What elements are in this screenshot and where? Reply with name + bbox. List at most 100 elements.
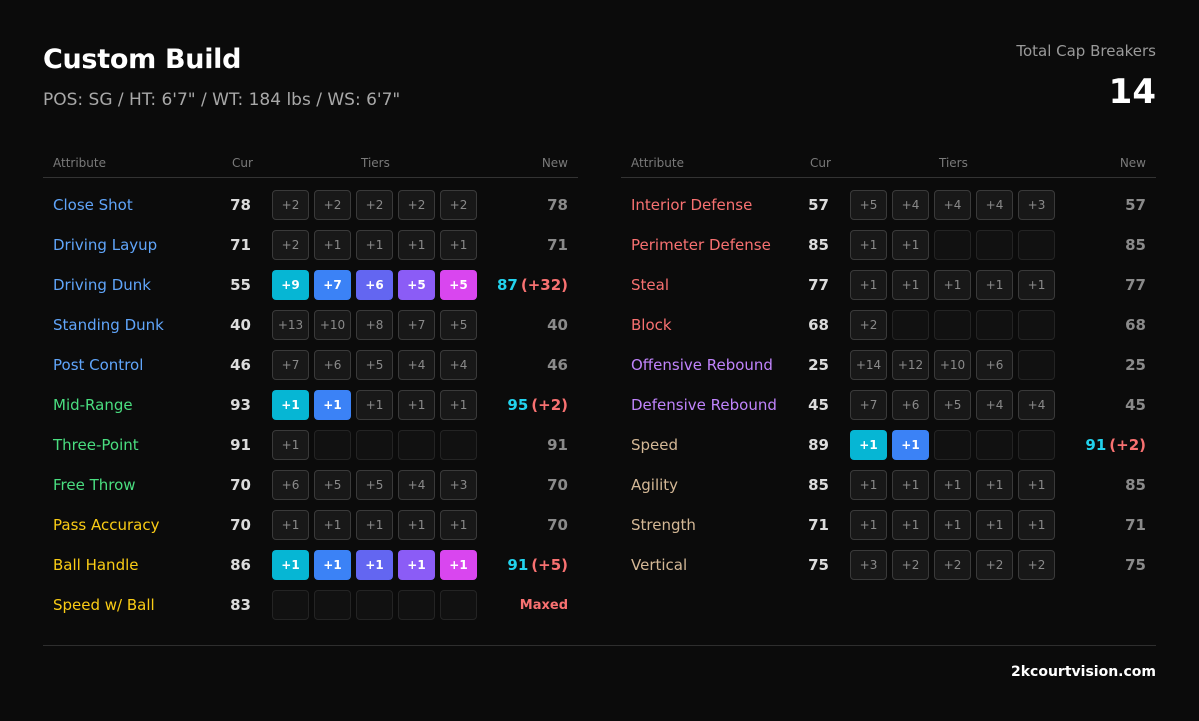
tier-cell[interactable]: +2 (850, 310, 887, 340)
tier-cell[interactable]: +4 (892, 190, 929, 220)
tier-cell[interactable]: +5 (440, 270, 477, 300)
tier-cell[interactable]: +1 (976, 470, 1013, 500)
tier-cell[interactable]: +6 (356, 270, 393, 300)
tier-cell[interactable]: +1 (850, 430, 887, 460)
tier-cell[interactable] (1018, 310, 1055, 340)
tier-cell[interactable]: +7 (398, 310, 435, 340)
tier-cell[interactable] (1018, 350, 1055, 380)
tier-cell[interactable]: +10 (314, 310, 351, 340)
tier-cell[interactable] (1018, 430, 1055, 460)
tier-cell[interactable]: +5 (356, 350, 393, 380)
tier-cell[interactable]: +4 (398, 470, 435, 500)
tier-cell[interactable]: +10 (934, 350, 971, 380)
tier-cell[interactable]: +2 (398, 190, 435, 220)
tier-cell[interactable]: +2 (1018, 550, 1055, 580)
tier-cell[interactable]: +1 (356, 510, 393, 540)
tier-cell[interactable]: +13 (272, 310, 309, 340)
tier-cell[interactable]: +1 (314, 390, 351, 420)
tier-cell[interactable]: +1 (440, 510, 477, 540)
tier-cell[interactable] (976, 430, 1013, 460)
tier-cell[interactable] (398, 430, 435, 460)
tier-cell[interactable]: +1 (892, 510, 929, 540)
tier-cell[interactable]: +1 (272, 550, 309, 580)
tier-cell[interactable]: +1 (398, 390, 435, 420)
tier-cell[interactable]: +1 (850, 270, 887, 300)
tier-cell[interactable]: +2 (934, 550, 971, 580)
tier-cell[interactable]: +5 (934, 390, 971, 420)
tier-cell[interactable]: +1 (892, 270, 929, 300)
tier-cell[interactable]: +1 (398, 230, 435, 260)
tier-cell[interactable]: +1 (272, 430, 309, 460)
tier-cell[interactable]: +2 (440, 190, 477, 220)
tier-cell[interactable]: +1 (934, 270, 971, 300)
tier-cell[interactable] (892, 310, 929, 340)
tier-cell[interactable]: +1 (934, 510, 971, 540)
tier-cell[interactable]: +1 (1018, 510, 1055, 540)
tier-cell[interactable]: +5 (850, 190, 887, 220)
tier-cell[interactable] (440, 430, 477, 460)
tier-cell[interactable] (1018, 230, 1055, 260)
tier-cell[interactable]: +5 (314, 470, 351, 500)
tier-cell[interactable]: +2 (892, 550, 929, 580)
tier-cell[interactable]: +1 (934, 470, 971, 500)
tier-cell[interactable]: +4 (976, 190, 1013, 220)
tier-cell[interactable] (272, 590, 309, 620)
tier-cell[interactable]: +1 (440, 550, 477, 580)
tier-cell[interactable]: +5 (356, 470, 393, 500)
tier-cell[interactable]: +1 (976, 270, 1013, 300)
tier-cell[interactable]: +5 (398, 270, 435, 300)
tier-cell[interactable]: +1 (314, 510, 351, 540)
tier-cell[interactable]: +12 (892, 350, 929, 380)
tier-cell[interactable]: +1 (356, 550, 393, 580)
tier-cell[interactable]: +1 (976, 510, 1013, 540)
tier-cell[interactable]: +1 (398, 510, 435, 540)
tier-cell[interactable]: +4 (934, 190, 971, 220)
tier-cell[interactable] (314, 590, 351, 620)
tier-cell[interactable]: +3 (440, 470, 477, 500)
tier-cell[interactable]: +9 (272, 270, 309, 300)
tier-cell[interactable]: +14 (850, 350, 887, 380)
tier-cell[interactable]: +1 (1018, 470, 1055, 500)
tier-cell[interactable] (976, 230, 1013, 260)
tier-cell[interactable]: +2 (314, 190, 351, 220)
tier-cell[interactable]: +4 (976, 390, 1013, 420)
tier-cell[interactable]: +1 (272, 510, 309, 540)
tier-cell[interactable]: +1 (892, 230, 929, 260)
tier-cell[interactable]: +1 (398, 550, 435, 580)
tier-cell[interactable]: +7 (850, 390, 887, 420)
tier-cell[interactable] (934, 430, 971, 460)
tier-cell[interactable]: +1 (850, 470, 887, 500)
tier-cell[interactable]: +1 (440, 390, 477, 420)
tier-cell[interactable]: +4 (440, 350, 477, 380)
tier-cell[interactable] (934, 310, 971, 340)
tier-cell[interactable]: +1 (1018, 270, 1055, 300)
tier-cell[interactable] (398, 590, 435, 620)
tier-cell[interactable] (440, 590, 477, 620)
tier-cell[interactable]: +2 (976, 550, 1013, 580)
tier-cell[interactable]: +1 (356, 230, 393, 260)
tier-cell[interactable]: +1 (314, 230, 351, 260)
tier-cell[interactable]: +1 (314, 550, 351, 580)
tier-cell[interactable]: +7 (314, 270, 351, 300)
tier-cell[interactable]: +1 (892, 430, 929, 460)
tier-cell[interactable] (356, 430, 393, 460)
tier-cell[interactable]: +3 (850, 550, 887, 580)
tier-cell[interactable] (314, 430, 351, 460)
tier-cell[interactable]: +4 (1018, 390, 1055, 420)
tier-cell[interactable]: +6 (976, 350, 1013, 380)
tier-cell[interactable]: +6 (272, 470, 309, 500)
tier-cell[interactable]: +6 (314, 350, 351, 380)
tier-cell[interactable]: +1 (356, 390, 393, 420)
tier-cell[interactable]: +1 (892, 470, 929, 500)
tier-cell[interactable]: +8 (356, 310, 393, 340)
tier-cell[interactable]: +6 (892, 390, 929, 420)
tier-cell[interactable]: +2 (272, 230, 309, 260)
tier-cell[interactable] (934, 230, 971, 260)
tier-cell[interactable]: +1 (272, 390, 309, 420)
tier-cell[interactable]: +2 (356, 190, 393, 220)
tier-cell[interactable]: +4 (398, 350, 435, 380)
tier-cell[interactable]: +1 (440, 230, 477, 260)
tier-cell[interactable] (976, 310, 1013, 340)
tier-cell[interactable]: +3 (1018, 190, 1055, 220)
tier-cell[interactable]: +7 (272, 350, 309, 380)
